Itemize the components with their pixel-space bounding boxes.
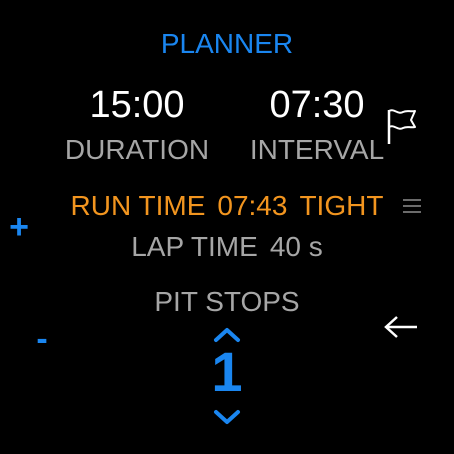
lap-time-row: LAP TIME 40 s — [0, 230, 454, 264]
run-time-row: RUN TIME 07:43 TIGHT — [0, 189, 454, 223]
menu-icon[interactable] — [403, 199, 421, 215]
run-time-label: RUN TIME — [70, 190, 206, 221]
flag-icon[interactable] — [384, 106, 418, 146]
chevron-down-icon[interactable] — [212, 408, 242, 426]
lap-time-label: LAP TIME — [131, 231, 258, 262]
lap-time-value: 40 s — [269, 231, 323, 262]
run-time-value: 07:43 — [217, 190, 288, 221]
duration-value[interactable]: 15:00 — [37, 84, 237, 126]
back-arrow-icon[interactable] — [382, 314, 420, 340]
pit-stops-value[interactable]: 1 — [0, 343, 454, 401]
page-title: PLANNER — [160, 28, 294, 59]
run-status-badge: TIGHT — [299, 190, 384, 221]
duration-label: DURATION — [64, 134, 210, 165]
